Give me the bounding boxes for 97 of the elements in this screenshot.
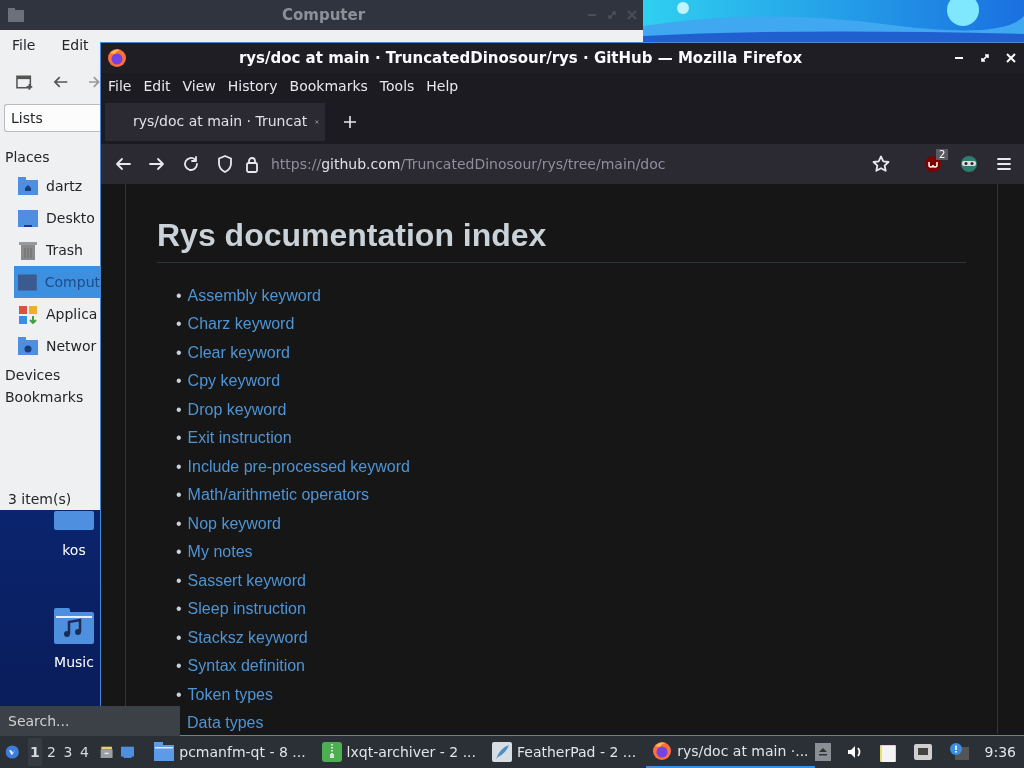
bullet: • [176,542,182,563]
network-folder-icon [18,336,38,356]
taskbar-task[interactable]: rys/doc at main ·... [646,736,815,768]
workspace-button[interactable]: 3 [60,738,76,766]
menu-item[interactable]: File [108,75,132,97]
doc-link[interactable]: Include pre-processed keyword [187,454,410,479]
volume-icon[interactable] [846,744,863,760]
doc-link[interactable]: Stacksz keyword [187,625,308,650]
doc-link[interactable]: Cpy keyword [187,369,281,394]
bullet: • [176,599,182,620]
taskbar-task[interactable]: lxqt-archiver - 2 ... [315,736,482,768]
folder-label[interactable]: kos [62,540,86,561]
music-folder-icon[interactable] [53,608,95,644]
star-icon[interactable] [872,155,890,173]
bullet: • [176,399,182,420]
doc-link[interactable]: Assembly keyword [187,283,321,308]
menu-item[interactable]: Tools [379,75,415,97]
folder-icon [154,742,175,762]
menu-item[interactable]: Bookmarks [289,75,368,97]
extension-icon[interactable] [960,155,978,173]
lock-icon[interactable] [245,155,259,173]
menu-item[interactable]: File [12,34,36,56]
sidebar-item[interactable]: dartz [14,170,100,202]
doc-link[interactable]: Sleep instruction [187,597,306,622]
menu-item[interactable]: Edit [143,75,171,97]
sidebar-section-label[interactable]: Devices [0,362,100,384]
archive-icon [321,742,342,762]
notification-icon[interactable] [948,743,969,761]
new-tab-icon[interactable] [343,114,357,129]
bullet: • [176,570,182,591]
doc-link[interactable]: Drop keyword [187,397,287,422]
sidebar-section-label[interactable]: Places [0,132,100,166]
trash-icon [18,240,38,260]
desktop-icon [18,208,38,228]
back-icon[interactable] [53,75,69,89]
sidebar-item[interactable]: Trash [14,234,100,266]
doc-link[interactable]: Clear keyword [187,340,290,365]
page-heading: Rys documentation index [157,216,966,264]
bullet: • [176,684,182,705]
bullet: • [176,627,182,648]
window-title: rys/doc at main · TruncatedDinosour/rys · GitHub — Mozilla Firefox [237,47,804,69]
bullet: • [176,485,182,506]
bullet: • [176,656,182,677]
search-field[interactable]: Search... [0,706,180,736]
doc-link[interactable]: Syntax definition [187,654,305,679]
bullet: • [176,314,182,335]
reload-icon[interactable] [183,156,199,172]
menu-icon[interactable] [996,157,1012,171]
doc-link[interactable]: Nop keyword [187,511,281,536]
firefox-icon [107,48,127,68]
doc-link[interactable]: My notes [187,540,253,565]
eject-icon[interactable] [814,743,831,761]
network-icon[interactable] [912,743,933,761]
workspace-button[interactable]: 1 [27,738,43,766]
folder-label[interactable]: Music [54,652,94,673]
bullet: • [176,371,182,392]
folder-icon [8,8,24,22]
shield-icon[interactable] [217,155,233,173]
taskbar-task[interactable]: pcmanfm-qt - 8 ... [148,736,312,768]
doc-link[interactable]: Sassert keyword [187,568,306,593]
computer-icon [18,272,37,292]
firefox-icon [652,741,673,761]
bullet: • [176,428,182,449]
folder-icon[interactable] [53,511,95,530]
doc-link[interactable]: Exit instruction [187,426,292,451]
view-mode-dropdown[interactable]: Lists [4,104,100,132]
sidebar-item[interactable]: Applica [14,298,100,330]
bullet: • [176,285,182,306]
address-bar-url[interactable]: https://github.com/TruncatedDinosour/rys/tree/main/doc [271,153,854,175]
doc-link[interactable]: Math/arithmetic operators [187,483,369,508]
bullet: • [176,456,182,477]
status-text: 3 item(s) [8,490,72,509]
window-title: Computer [282,4,366,26]
menu-item[interactable]: View [182,75,216,97]
taskbar-task[interactable]: FeatherPad - 2 ... [486,736,643,768]
bullet: • [176,342,182,363]
applications-icon [18,304,38,324]
new-tab-icon[interactable] [16,73,34,91]
menu-item[interactable]: History [227,75,278,97]
sidebar-section-label[interactable]: Bookmarks [0,384,100,406]
menu-item[interactable]: Edit [61,34,89,56]
doc-link[interactable]: Charz keyword [187,312,295,337]
clipboard-icon[interactable] [878,742,897,762]
menu-item[interactable]: Help [426,75,459,97]
workspace-button[interactable]: 4 [77,738,92,766]
feather-icon [492,742,512,762]
badge-count: 2 [936,149,949,160]
sidebar-item[interactable]: Networ [14,330,100,362]
doc-link[interactable]: Token types [187,682,273,707]
home-folder-icon [18,176,38,196]
restore-icon[interactable] [980,53,990,63]
sidebar-item[interactable]: Deskto [14,202,100,234]
clock-text[interactable]: 9:36 [984,741,1017,763]
browser-tab[interactable]: rys/doc at main · Truncat [105,102,325,141]
workspace-button[interactable]: 2 [44,738,59,766]
doc-link[interactable]: Data types [187,711,264,736]
bullet: • [176,513,182,534]
